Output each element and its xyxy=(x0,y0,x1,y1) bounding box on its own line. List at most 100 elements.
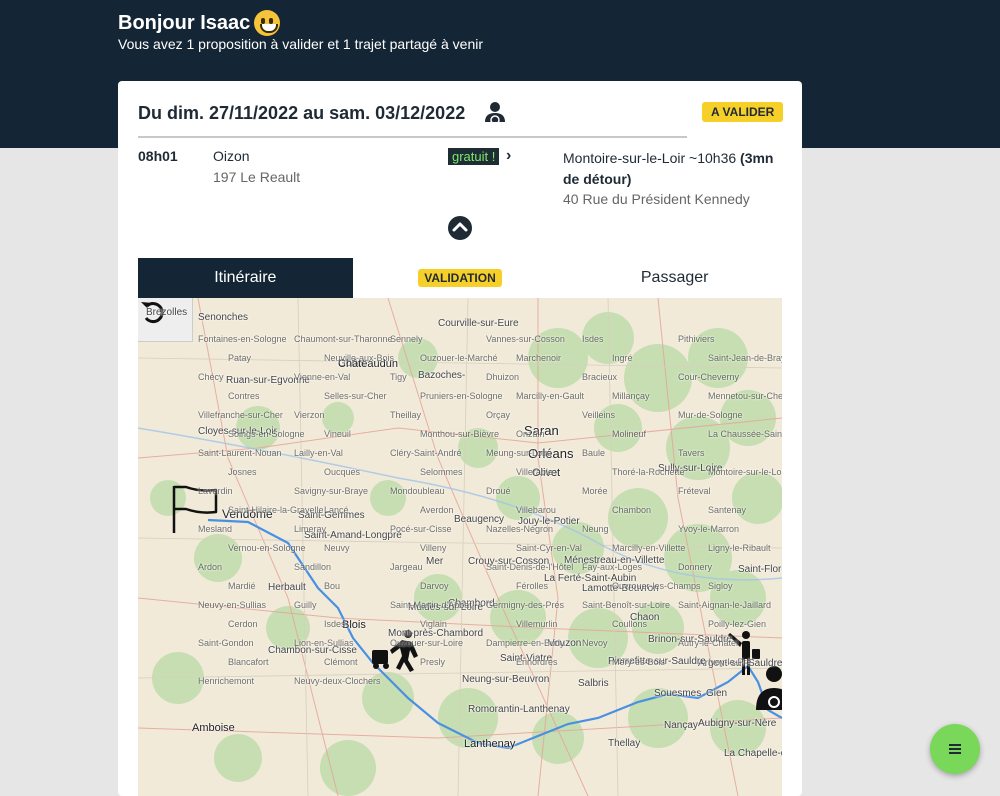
from-address: 197 Le Reault xyxy=(213,169,301,185)
map-place: Bazoches- xyxy=(418,370,466,381)
map-place: Brezolles xyxy=(146,307,188,318)
map-place: Ingré xyxy=(612,353,633,363)
map-place: Mennetou-sur-Cher xyxy=(708,391,782,401)
map-place: Droué xyxy=(486,486,511,496)
map-place: Saint-Florent xyxy=(738,564,782,575)
map-place: Oucques xyxy=(324,467,361,477)
map-place: Ivoy-le-Pré xyxy=(708,657,752,667)
map-place: Meung-sur-Loire xyxy=(486,448,553,458)
map-place: Selommes xyxy=(420,467,463,477)
collapse-button[interactable] xyxy=(448,216,472,240)
map-place: Villemurlin xyxy=(516,619,558,629)
map-place: Gien xyxy=(706,688,728,699)
map-place: Aubigny-sur-Nère xyxy=(698,718,777,729)
map-place: Guilly xyxy=(294,600,317,610)
map-place: Mardié xyxy=(228,581,256,591)
header-subtitle: Vous avez 1 proposition à valider et 1 t… xyxy=(118,36,483,52)
map-place: Dampierre-en-Burly xyxy=(486,638,565,648)
map-place: Lancé xyxy=(324,505,349,515)
map-place: Marcilly-en-Villette xyxy=(612,543,686,553)
tab-itineraire[interactable]: Itinéraire xyxy=(138,258,353,298)
map-place: Donnery xyxy=(678,562,713,572)
map-place: Veilleins xyxy=(582,410,616,420)
map-place: Molineuf xyxy=(612,429,647,439)
map-place: Onzain xyxy=(516,429,545,439)
to-address: 40 Rue du Président Kennedy xyxy=(563,191,750,207)
map-place: Orçay xyxy=(486,410,511,420)
map-place: Santenay xyxy=(708,505,747,515)
map-place: Vineuil xyxy=(324,429,351,439)
greeting-text: Bonjour Isaac xyxy=(118,11,251,34)
departure-time: 08h01 xyxy=(138,148,178,164)
map-place: Mur-de-Sologne xyxy=(678,410,743,420)
map-place: Viglain xyxy=(420,619,447,629)
map-place: Josnes xyxy=(228,467,257,477)
map-place: Isdes xyxy=(324,619,346,629)
map-place: Presly xyxy=(420,657,446,667)
map-place: Limeray xyxy=(294,524,327,534)
map-place: Thellay xyxy=(608,738,641,749)
map-place: Saint-Martin-d'Abbat xyxy=(390,600,472,610)
map-place: Theillay xyxy=(390,410,422,420)
chevron-right-icon: › xyxy=(506,147,512,164)
map-place: Saint-Jean-de-Braye xyxy=(708,353,782,363)
map-place: Mer xyxy=(426,556,444,567)
greeting: Bonjour Isaac xyxy=(118,10,281,36)
map-place: Morée xyxy=(582,486,608,496)
map-place: Sigloy xyxy=(708,581,733,591)
map-place: Villefranche-sur-Cher xyxy=(198,410,283,420)
map-place: Villerable xyxy=(516,467,553,477)
reset-map-button[interactable] xyxy=(138,298,193,342)
map-place: Isdes xyxy=(582,334,604,344)
map-place: Herbault xyxy=(268,582,306,593)
map-place: Chaumont-sur-Tharonne xyxy=(294,334,393,344)
map-place: Tavers xyxy=(678,448,705,458)
map-place: Baule xyxy=(582,448,606,458)
map-place: Clémont xyxy=(324,657,358,667)
map-place: Cour-Cheverny xyxy=(678,372,740,382)
map-place: Saint-Gondon xyxy=(198,638,254,648)
tab-label: Itinéraire xyxy=(214,269,277,286)
map-place: Thoré-la-Rochette xyxy=(612,467,685,477)
map-place: Vienne-en-Val xyxy=(294,372,351,382)
map-place: Neuville-aux-Bois xyxy=(324,353,395,363)
destination: Montoire-sur-le-Loir ~10h36 (3mn de déto… xyxy=(563,148,788,190)
map-place: Fay-aux-Loges xyxy=(582,562,643,572)
route-map[interactable]: Brezolles Senonches Courville-sur-Eure G… xyxy=(138,298,782,796)
map-place: Dhuizon xyxy=(486,372,520,382)
map-place: Romorantin-Lanthenay xyxy=(468,704,570,715)
map-place: Saint-Denis-de-l'Hôtel xyxy=(486,562,574,572)
map-place: Saint-Laurent-Nouan xyxy=(198,448,282,458)
map-place: Courville-sur-Eure xyxy=(438,318,519,329)
map-place: Lailly-en-Val xyxy=(294,448,343,458)
map-place: Patay xyxy=(228,353,252,363)
map-place: Villeny xyxy=(420,543,447,553)
tab-passager[interactable]: Passager xyxy=(567,258,782,298)
chevron-up-icon xyxy=(452,222,468,232)
tab-validation[interactable]: VALIDATION xyxy=(353,258,568,298)
map-place: Férolles xyxy=(516,581,549,591)
map-place: Germigny-des-Prés xyxy=(486,600,565,610)
map-place: Fréteval xyxy=(678,486,711,496)
status-badge: A VALIDER xyxy=(702,102,784,122)
menu-icon xyxy=(949,744,961,754)
map-place: Cléry-Saint-André xyxy=(390,448,462,458)
map-place: Neung xyxy=(582,524,609,534)
price-badge: gratuit ! xyxy=(448,148,500,165)
map-place: Amboise xyxy=(192,722,235,734)
map-place: Pruniers-en-Sologne xyxy=(420,391,503,401)
map-place: Mesland xyxy=(198,524,233,534)
map-place: Chambon xyxy=(612,505,652,515)
map-place: Averdon xyxy=(420,505,454,515)
map-place: Lavardin xyxy=(198,486,233,496)
smiley-icon xyxy=(254,10,281,36)
map-place: Ennordres xyxy=(516,657,558,667)
map-place: Fontaines-en-Sologne xyxy=(198,334,287,344)
map-place: Salbris xyxy=(578,678,609,689)
menu-button[interactable] xyxy=(930,724,980,774)
map-place: Blancafort xyxy=(228,657,269,667)
from-city: Oizon xyxy=(213,148,250,164)
map-place: Chécy xyxy=(198,372,224,382)
map-place: Soings-en-Sologne xyxy=(228,429,305,439)
map-place: Souesmes xyxy=(654,688,702,699)
